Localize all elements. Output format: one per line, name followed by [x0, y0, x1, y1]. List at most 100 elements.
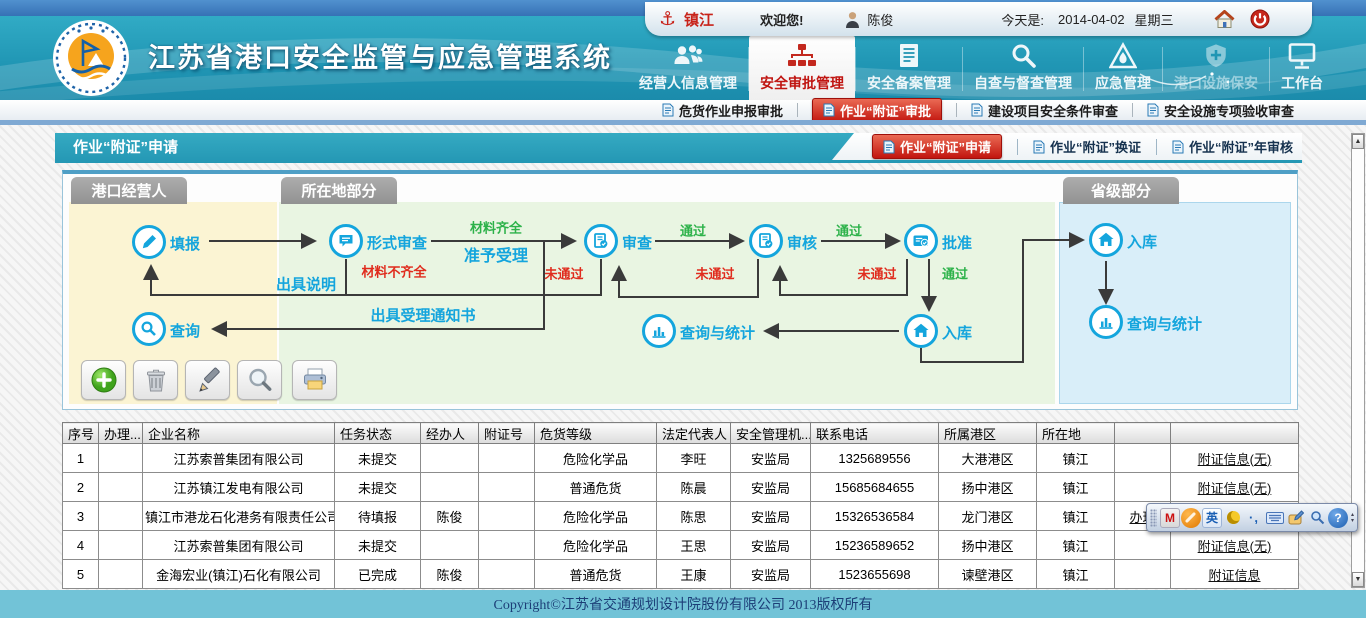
label-pass: 通过	[942, 264, 968, 283]
node-approve-icon	[904, 224, 938, 258]
search-button[interactable]	[237, 360, 282, 400]
table-cell: 王思	[657, 531, 731, 560]
tab-license-renew[interactable]: 作业“附证”换证	[1033, 137, 1141, 156]
table-cell: 4	[63, 531, 99, 560]
nav-tab-label: 安全审批管理	[760, 73, 844, 93]
table-row[interactable]: 4江苏索普集团有限公司未提交危险化学品王思安监局15236589652扬中港区镇…	[63, 531, 1299, 560]
nav-tab-safety-approval[interactable]: 安全审批管理	[749, 36, 855, 100]
weekday-value: 星期三	[1135, 10, 1174, 29]
system-logo	[52, 19, 130, 100]
ime-search-icon[interactable]	[1307, 508, 1327, 528]
ime-language-bar[interactable]: M 英 ·, ? ▴▾	[1146, 503, 1358, 532]
license-info-link[interactable]: 附证信息(无)	[1198, 481, 1272, 496]
table-cell	[479, 473, 535, 502]
nav-tab-operator-info[interactable]: 经营人信息管理	[628, 38, 748, 100]
label-pass: 通过	[836, 221, 862, 240]
column-header	[1115, 423, 1171, 444]
region-label: 镇江	[684, 9, 714, 30]
subnav-separator	[797, 103, 798, 117]
scroll-up-button[interactable]: ▲	[1352, 134, 1364, 149]
node-fill-icon	[132, 225, 166, 259]
table-cell: 扬中港区	[939, 473, 1037, 502]
nav-tab-emergency[interactable]: 应急管理	[1084, 38, 1162, 100]
subnav-separator	[1132, 103, 1133, 117]
label-issue-note: 出具说明	[276, 274, 336, 295]
table-cell: 镇江	[1037, 444, 1115, 473]
punctuation-icon[interactable]: ·,	[1244, 508, 1264, 528]
column-header: 序号	[63, 423, 99, 444]
table-row[interactable]: 5金海宏业(镇江)石化有限公司已完成陈俊普通危货王康安监局1523655698谏…	[63, 560, 1299, 589]
nav-tab-safety-record[interactable]: 安全备案管理	[856, 38, 962, 100]
tab-separator	[1156, 139, 1157, 155]
anchor-icon: ⚓	[659, 8, 676, 31]
node-query-label: 查询	[170, 320, 200, 341]
home-button[interactable]	[1214, 10, 1235, 28]
subnav-label: 危货作业申报审批	[679, 101, 783, 120]
table-cell: 未提交	[335, 531, 421, 560]
table-cell: 危险化学品	[535, 444, 657, 473]
table-cell: 江苏索普集团有限公司	[143, 531, 335, 560]
table-cell: 镇江	[1037, 502, 1115, 531]
minimize-icon[interactable]: ▴▾	[1351, 512, 1354, 524]
nav-tab-self-inspection[interactable]: 自查与督查管理	[963, 38, 1083, 100]
label-fail: 未通过	[857, 264, 896, 283]
tab-license-annual-review[interactable]: 作业“附证”年审核	[1172, 137, 1293, 156]
soft-keyboard-icon[interactable]	[1265, 508, 1285, 528]
help-icon[interactable]: ?	[1328, 508, 1348, 528]
table-cell: 安监局	[731, 531, 811, 560]
table-cell: 江苏索普集团有限公司	[143, 444, 335, 473]
date-value: 2014-04-02	[1058, 12, 1125, 27]
node-province-stats-icon	[1089, 305, 1123, 339]
column-header: 所在地	[1037, 423, 1115, 444]
column-header: 企业名称	[143, 423, 335, 444]
label-fail: 未通过	[695, 264, 734, 283]
table-cell	[99, 502, 143, 531]
table-cell	[479, 531, 535, 560]
doc-icon	[883, 140, 895, 154]
tab-license-apply-active[interactable]: 作业“附证”申请	[872, 134, 1002, 159]
license-info-link[interactable]: 附证信息(无)	[1198, 539, 1272, 554]
nav-tab-label: 工作台	[1281, 73, 1323, 93]
license-info-link[interactable]: 附证信息(无)	[1198, 452, 1272, 467]
scroll-down-button[interactable]: ▼	[1352, 572, 1364, 587]
doc-icon	[1172, 140, 1184, 154]
logout-power-button[interactable]	[1250, 9, 1270, 29]
node-verify-label: 审核	[787, 232, 817, 253]
table-row[interactable]: 2江苏镇江发电有限公司未提交普通危货陈晨安监局15685684655扬中港区镇江…	[63, 473, 1299, 502]
subnav-facility-acceptance-review[interactable]: 安全设施专项验收审查	[1147, 101, 1294, 120]
node-province-store-icon	[1089, 223, 1123, 257]
label-pass: 通过	[680, 221, 706, 240]
node-formal-review-icon	[329, 224, 363, 258]
subnav-dangerous-goods-approval[interactable]: 危货作业申报审批	[662, 101, 783, 120]
section-tab-port-operator: 港口经营人	[71, 177, 187, 204]
add-button[interactable]	[81, 360, 126, 400]
subnav-construction-review[interactable]: 建设项目安全条件审查	[971, 101, 1118, 120]
document-icon	[896, 38, 922, 70]
copyright-text: Copyright©江苏省交通规划设计院股份有限公司 2013版权所有	[494, 594, 873, 614]
table-row[interactable]: 3镇江市港龙石化港务有限责任公司待填报陈俊危险化学品陈思安监局153265365…	[63, 502, 1299, 531]
handwriting-icon[interactable]	[1286, 508, 1306, 528]
delete-button[interactable]	[133, 360, 178, 400]
shield-icon	[1203, 38, 1229, 70]
label-fail: 未通过	[544, 264, 583, 283]
table-row[interactable]: 1江苏索普集团有限公司未提交危险化学品李旺安监局1325689556大港港区镇江…	[63, 444, 1299, 473]
node-review-icon	[584, 224, 618, 258]
table-cell: 大港港区	[939, 444, 1037, 473]
license-info-link[interactable]: 附证信息	[1208, 568, 1260, 583]
edit-button[interactable]	[185, 360, 230, 400]
table-cell: 15685684655	[811, 473, 939, 502]
label-accept: 准予受理	[464, 242, 528, 266]
nav-tab-port-security[interactable]: 港口设施保安	[1163, 38, 1269, 100]
english-mode-icon[interactable]: 英	[1202, 508, 1222, 528]
table-cell: 未提交	[335, 473, 421, 502]
table-cell	[421, 473, 479, 502]
drag-grip[interactable]	[1150, 509, 1157, 527]
ime-logo-m[interactable]: M	[1160, 508, 1180, 528]
column-header: 联系电话	[811, 423, 939, 444]
nav-tab-workbench[interactable]: 工作台	[1270, 38, 1334, 100]
prohibit-icon[interactable]	[1181, 508, 1201, 528]
print-button[interactable]	[292, 360, 337, 400]
moon-icon[interactable]	[1223, 508, 1243, 528]
table-cell: 陈思	[657, 502, 731, 531]
subnav-attachment-approval-active[interactable]: 作业“附证”审批	[812, 98, 942, 123]
